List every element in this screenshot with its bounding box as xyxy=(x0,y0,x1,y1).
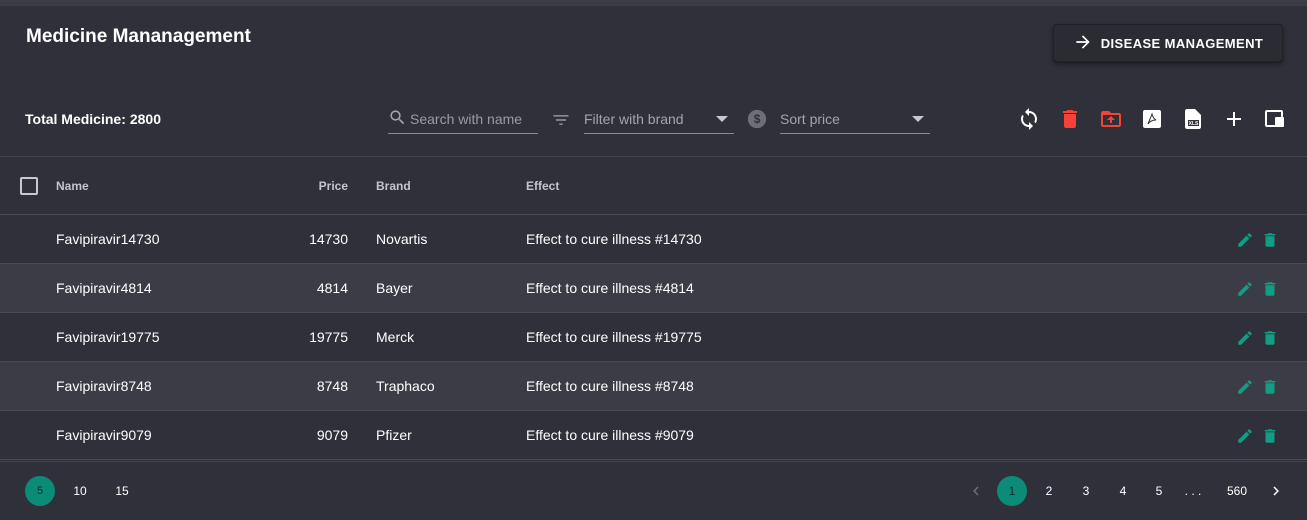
next-page-icon[interactable] xyxy=(1266,476,1286,506)
dollar-icon: $ xyxy=(746,108,768,130)
trash-icon[interactable] xyxy=(1261,329,1279,347)
page-4[interactable]: 4 xyxy=(1111,476,1135,506)
brand-filter-select[interactable]: Filter with brand xyxy=(584,104,734,134)
cell-name: Favipiravir9079 xyxy=(56,427,152,443)
arrow-right-icon xyxy=(1073,32,1093,55)
total-medicine-count: 2800 xyxy=(129,111,162,127)
upload-icon[interactable] xyxy=(1099,107,1123,131)
edit-icon[interactable] xyxy=(1236,378,1254,396)
total-medicine-label: Total Medicine: xyxy=(25,111,126,127)
pagination-ellipsis: . . . xyxy=(1184,484,1202,498)
trash-icon[interactable] xyxy=(1261,231,1279,249)
prev-page-icon[interactable] xyxy=(966,476,986,506)
cell-effect: Effect to cure illness #19775 xyxy=(526,329,702,345)
column-header-effect[interactable]: Effect xyxy=(526,179,559,193)
edit-icon[interactable] xyxy=(1236,427,1254,445)
page-last[interactable]: 560 xyxy=(1220,476,1254,506)
columns-icon[interactable] xyxy=(1263,107,1287,131)
disease-management-label: DISEASE MANAGEMENT xyxy=(1100,35,1264,51)
page-3[interactable]: 3 xyxy=(1074,476,1098,506)
cell-name: Favipiravir19775 xyxy=(56,329,160,345)
cell-price: 8748 xyxy=(316,378,348,394)
table-row[interactable]: Favipiravir4814 4814 Bayer Effect to cur… xyxy=(0,264,1307,313)
filter-icon xyxy=(551,110,571,130)
cell-price: 14730 xyxy=(309,231,348,247)
total-medicine: Total Medicine: 2800 xyxy=(25,111,161,127)
table-header: Name Price Brand Effect xyxy=(0,157,1307,215)
cell-name: Favipiravir4814 xyxy=(56,280,152,296)
column-header-price[interactable]: Price xyxy=(280,179,348,193)
page-size-5[interactable]: 5 xyxy=(25,476,55,506)
edit-icon[interactable] xyxy=(1236,231,1254,249)
cell-brand: Pfizer xyxy=(376,427,412,443)
trash-icon[interactable] xyxy=(1261,427,1279,445)
add-icon[interactable] xyxy=(1222,107,1246,131)
cell-brand: Merck xyxy=(376,329,415,345)
cell-price: 4814 xyxy=(316,280,348,296)
search-icon xyxy=(388,108,410,130)
page-size-10[interactable]: 10 xyxy=(65,476,95,506)
column-header-brand[interactable]: Brand xyxy=(376,179,411,193)
svg-text:$: $ xyxy=(754,112,761,126)
page-title: Medicine Mananagement xyxy=(26,26,251,47)
table-row[interactable]: Favipiravir9079 9079 Pfizer Effect to cu… xyxy=(0,411,1307,460)
dropdown-caret-icon xyxy=(716,115,728,122)
cell-brand: Bayer xyxy=(376,280,413,296)
cell-brand: Traphaco xyxy=(376,378,435,394)
delete-icon[interactable] xyxy=(1058,107,1082,131)
cell-name: Favipiravir14730 xyxy=(56,231,160,247)
edit-icon[interactable] xyxy=(1236,329,1254,347)
refresh-icon[interactable] xyxy=(1017,107,1041,131)
disease-management-button[interactable]: DISEASE MANAGEMENT xyxy=(1053,24,1283,62)
medicine-table: Name Price Brand Effect Favipiravir14730… xyxy=(0,156,1307,462)
sort-price-select[interactable]: Sort price xyxy=(780,104,930,134)
sort-price-placeholder: Sort price xyxy=(780,110,840,127)
cell-effect: Effect to cure illness #9079 xyxy=(526,427,694,443)
dropdown-caret-icon xyxy=(912,115,924,122)
table-row[interactable]: Favipiravir14730 14730 Novartis Effect t… xyxy=(0,215,1307,264)
cell-effect: Effect to cure illness #14730 xyxy=(526,231,702,247)
page-2[interactable]: 2 xyxy=(1037,476,1061,506)
table-row[interactable]: Favipiravir19775 19775 Merck Effect to c… xyxy=(0,313,1307,362)
cell-price: 9079 xyxy=(316,427,348,443)
table-row[interactable]: Favipiravir8748 8748 Traphaco Effect to … xyxy=(0,362,1307,411)
svg-text:XLS: XLS xyxy=(1189,121,1199,127)
cell-price: 19775 xyxy=(309,329,348,345)
brand-filter-placeholder: Filter with brand xyxy=(584,110,684,127)
cell-brand: Novartis xyxy=(376,231,428,247)
pdf-icon[interactable] xyxy=(1140,107,1164,131)
excel-icon[interactable]: XLS xyxy=(1181,107,1205,131)
search-input[interactable] xyxy=(410,110,538,127)
page-5[interactable]: 5 xyxy=(1147,476,1171,506)
cell-effect: Effect to cure illness #4814 xyxy=(526,280,694,296)
page-size-15[interactable]: 15 xyxy=(107,476,137,506)
column-header-name[interactable]: Name xyxy=(56,179,89,193)
cell-effect: Effect to cure illness #8748 xyxy=(526,378,694,394)
cell-name: Favipiravir8748 xyxy=(56,378,152,394)
page-1[interactable]: 1 xyxy=(997,476,1027,506)
trash-icon[interactable] xyxy=(1261,378,1279,396)
select-all-checkbox[interactable] xyxy=(20,177,38,195)
edit-icon[interactable] xyxy=(1236,280,1254,298)
trash-icon[interactable] xyxy=(1261,280,1279,298)
search-field xyxy=(388,104,538,134)
